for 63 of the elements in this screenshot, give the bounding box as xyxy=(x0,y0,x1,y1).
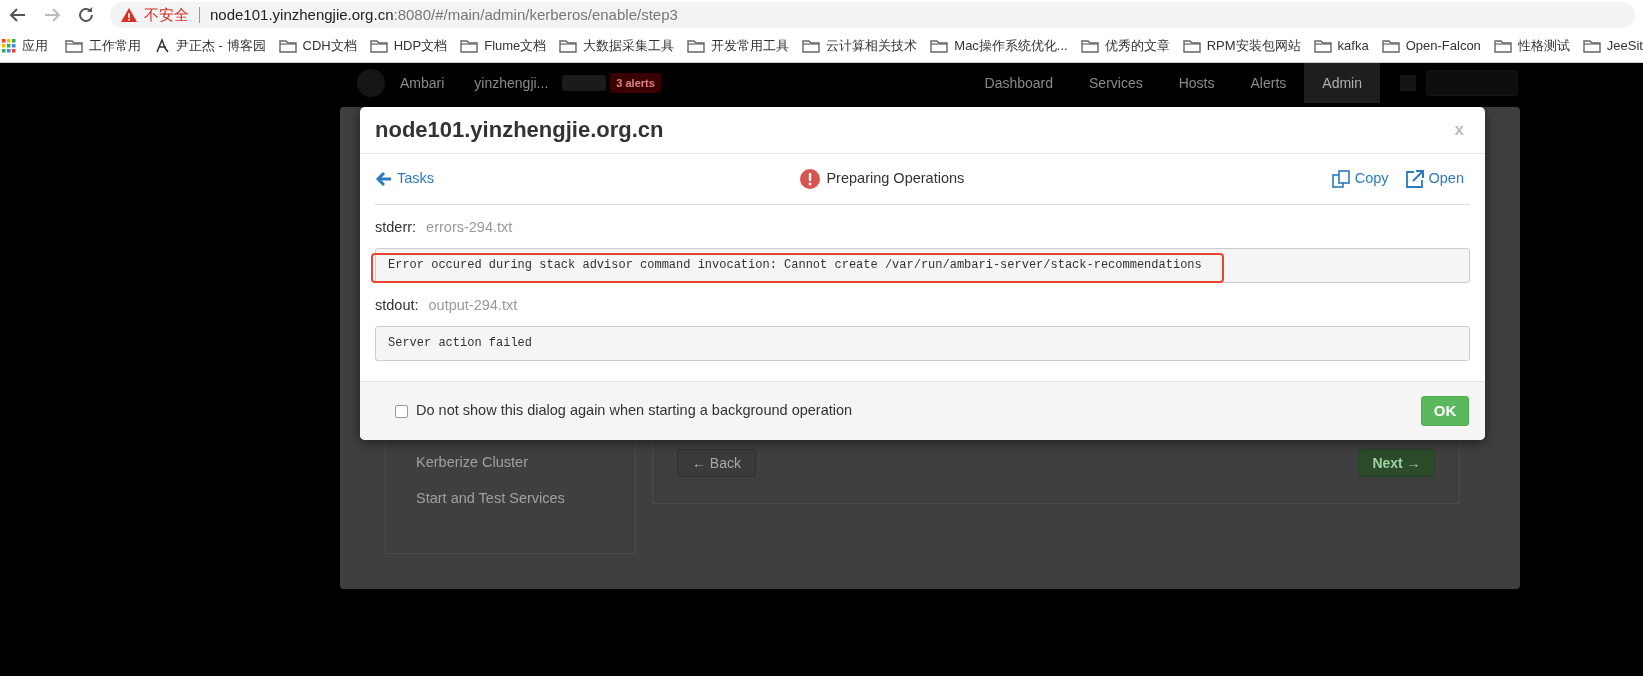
open-link[interactable]: Open xyxy=(1404,168,1464,190)
log-label: stdout: xyxy=(375,295,419,315)
bookmark[interactable]: Mac操作系统优化... xyxy=(930,36,1068,56)
folder-icon xyxy=(1582,39,1601,53)
security-label: 不安全 xyxy=(144,4,189,25)
bookmark[interactable]: CDH文档 xyxy=(278,36,357,56)
bookmark[interactable]: 工作常用 xyxy=(65,36,141,56)
bookmark[interactable]: 性格测试 xyxy=(1493,36,1570,56)
bookmark[interactable]: 云计算相关技术 xyxy=(802,36,918,56)
folder-icon xyxy=(1313,39,1332,53)
folder-icon xyxy=(802,39,821,53)
status-text: Preparing Operations xyxy=(826,169,965,189)
external-link-icon xyxy=(1404,169,1425,189)
nav-tab[interactable]: Hosts xyxy=(1160,63,1233,103)
warning-icon xyxy=(120,7,138,23)
copy-icon xyxy=(1330,169,1351,189)
copy-link[interactable]: Copy xyxy=(1330,168,1389,190)
folder-icon xyxy=(65,39,83,53)
reload-icon[interactable] xyxy=(76,5,96,25)
log-label: stderr: xyxy=(375,218,417,237)
error-icon xyxy=(800,169,821,189)
folder-icon xyxy=(460,39,479,53)
dialog-title: node101.yinzhengjie.org.cn xyxy=(375,116,664,144)
wizard-step: Kerberize Cluster xyxy=(416,452,635,474)
bookmark[interactable]: JeeSit xyxy=(1582,36,1643,56)
nav-tab[interactable]: Dashboard xyxy=(966,63,1072,103)
next-button[interactable]: Next → xyxy=(1358,449,1435,477)
bookmark[interactable]: 应用 xyxy=(2,36,48,56)
folder-icon xyxy=(1080,39,1099,53)
nav-tab[interactable]: Alerts xyxy=(1232,63,1305,103)
tasks-link[interactable]: Tasks xyxy=(375,168,435,190)
bookmark[interactable]: 开发常用工具 xyxy=(687,36,790,56)
url-text: node101.yinzhengjie.org.cn:8080/#/main/admin/kerberos/enable/step3 xyxy=(210,4,678,25)
folder-icon xyxy=(1493,39,1512,53)
folder-icon xyxy=(278,39,297,53)
site-icon xyxy=(154,38,170,54)
back-button[interactable]: ← Back xyxy=(677,449,756,477)
bookmark[interactable]: RPM安装包网站 xyxy=(1182,36,1301,56)
cluster-name[interactable]: yinzhengji... xyxy=(474,72,549,94)
bookmark[interactable]: Flume文档 xyxy=(460,36,547,56)
bookmark[interactable]: 优秀的文章 xyxy=(1080,36,1170,56)
nav-tab[interactable]: Admin xyxy=(1304,63,1380,103)
log-output: Server action failed xyxy=(375,325,1470,361)
folder-icon xyxy=(930,39,949,53)
folder-icon xyxy=(1182,39,1201,53)
address-bar[interactable]: 不安全 node101.yinzhengjie.org.cn:8080/#/main/admin/kerberos/enable/step3 xyxy=(110,2,1635,28)
arrow-left-icon xyxy=(375,171,393,187)
brand-name: Ambari xyxy=(400,73,445,93)
dont-show-checkbox[interactable]: Do not show this dialog again when starting a background operation xyxy=(395,400,853,422)
bookmark[interactable]: kafka xyxy=(1313,36,1369,56)
folder-icon xyxy=(1381,39,1400,53)
folder-icon xyxy=(559,39,578,53)
ops-badge[interactable] xyxy=(562,75,607,91)
bookmark[interactable]: 大数据采集工具 xyxy=(559,36,675,56)
alerts-badge[interactable]: 3 alerts xyxy=(610,72,661,94)
apps-icon xyxy=(2,39,16,53)
folder-icon xyxy=(687,39,706,53)
bookmark[interactable]: HDP文档 xyxy=(369,36,448,56)
wizard-step: Start and Test Services xyxy=(416,487,635,510)
nav-tab[interactable]: Services xyxy=(1071,63,1161,103)
bookmark[interactable]: Open-Falcon xyxy=(1381,36,1481,56)
folder-icon xyxy=(369,39,388,53)
bookmark[interactable]: 尹正杰 - 博客园 xyxy=(154,36,266,56)
